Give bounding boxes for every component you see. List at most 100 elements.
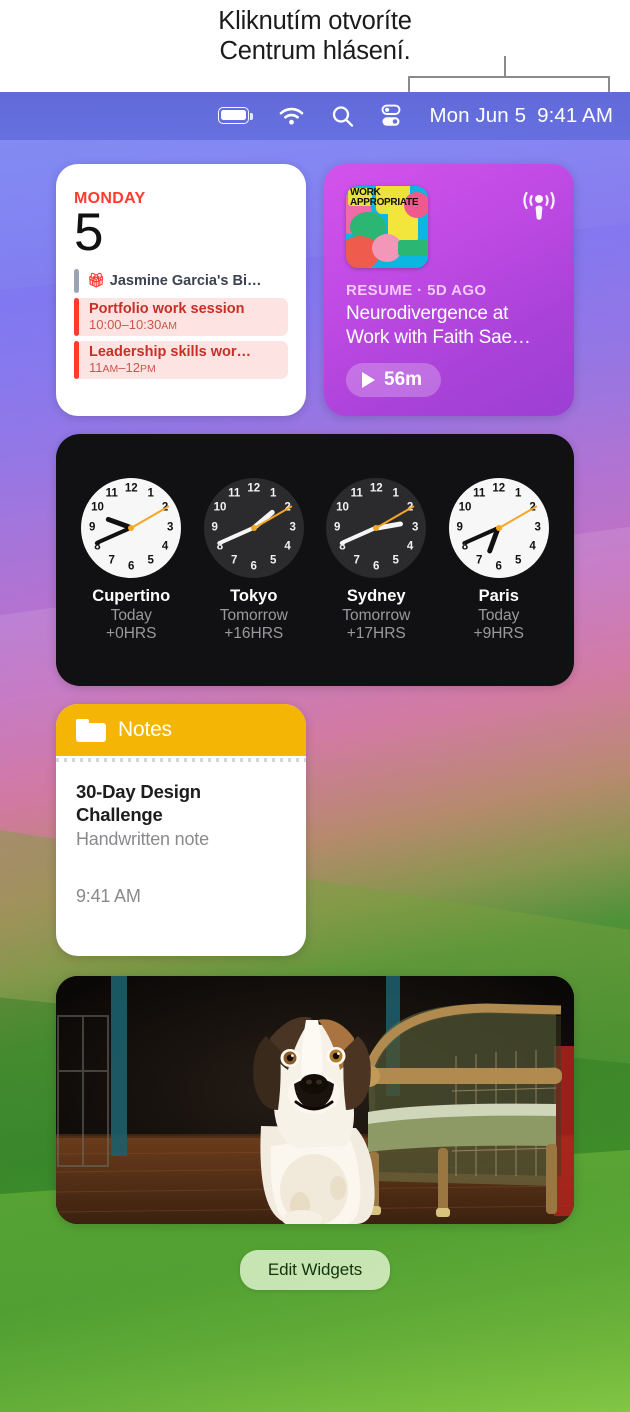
clock-numeral: 11 <box>350 486 363 499</box>
clock-numeral: 7 <box>108 554 115 567</box>
event-time-start-meridiem: AM <box>102 363 119 375</box>
menu-bar-date: Mon Jun 5 <box>429 104 527 127</box>
clock-numeral: 1 <box>147 486 154 499</box>
podcast-title-line1: Neurodivergence at <box>346 303 509 324</box>
widget-calendar[interactable]: MONDAY 5 🎁︎ Jasmine Garcia's Bi… Portfol… <box>56 164 306 416</box>
clock-cell: 121234567891011ParisToday+9HRS <box>440 477 558 643</box>
clock-numeral: 12 <box>124 481 138 494</box>
search-icon[interactable] <box>331 92 354 140</box>
clock-numeral: 5 <box>270 554 277 567</box>
notes-header: Notes <box>56 704 306 756</box>
desktop: Mon Jun 5 9:41 AM MONDAY 5 🎁︎ Jasmine Ga… <box>0 92 630 1412</box>
calendar-day-number: 5 <box>74 203 103 262</box>
widget-notes[interactable]: Notes 30-Day Design Challenge Handwritte… <box>56 704 306 956</box>
clock-city-name: Paris <box>478 586 519 605</box>
podcast-title-line2: Work with Faith Sae… <box>346 327 531 348</box>
clock-numeral: 9 <box>89 520 96 533</box>
event-title: Jasmine Garcia's Bi… <box>109 272 262 289</box>
notes-perforation <box>56 758 306 762</box>
callout-bracket-stem <box>504 56 506 78</box>
widget-photos[interactable] <box>56 976 574 1224</box>
clock-numeral: 10 <box>213 501 227 514</box>
event-time: 11AM–12PM <box>89 360 282 375</box>
screenshot-root: Kliknutím otvoríte Centrum hlásení. Mon … <box>0 0 630 1412</box>
clock-minute-hand <box>340 525 377 545</box>
clock-numeral: 12 <box>369 481 383 494</box>
clock-numeral: 5 <box>515 554 522 567</box>
clock-offset-label: +16HRS <box>224 624 284 642</box>
clock-numeral: 7 <box>353 554 360 567</box>
battery-icon[interactable] <box>218 92 254 140</box>
event-time: 10:00–10:30AM <box>89 317 282 332</box>
clock-numeral: 11 <box>105 486 118 499</box>
clock-center-pin <box>495 524 502 531</box>
clock-numeral: 10 <box>91 501 104 514</box>
note-title: 30-Day Design Challenge <box>76 781 201 825</box>
note-subtitle: Handwritten note <box>76 829 209 849</box>
calendar-event-birthday[interactable]: 🎁︎ Jasmine Garcia's Bi… <box>74 269 288 293</box>
clock-day-label: Tomorrow <box>342 606 411 624</box>
podcasts-icon <box>522 186 556 227</box>
clock-minute-hand <box>95 525 132 545</box>
clock-numeral: 3 <box>412 520 419 533</box>
event-time-meridiem: AM <box>161 320 178 332</box>
callout-text-line2: Centrum hlásení. <box>219 37 411 65</box>
event-time-end: –12 <box>118 360 140 375</box>
clock-offset-label: +17HRS <box>346 624 406 642</box>
menu-bar-time: 9:41 AM <box>537 104 613 127</box>
clock-numeral: 9 <box>456 520 463 533</box>
clock-numeral: 1 <box>270 486 277 499</box>
calendar-event[interactable]: Portfolio work session 10:00–10:30AM <box>74 298 288 336</box>
podcast-duration: 56m <box>384 369 423 390</box>
podcast-artwork: WORK APPROPRIATE <box>346 186 428 268</box>
podcast-artwork-title: WORK APPROPRIATE <box>350 187 419 208</box>
clock-numeral: 12 <box>247 481 261 494</box>
clock-face: 121234567891011 <box>81 477 182 578</box>
menu-bar: Mon Jun 5 9:41 AM <box>0 92 630 140</box>
clock-numeral: 10 <box>458 501 472 514</box>
clock-city-name: Sydney <box>346 586 406 605</box>
clock-numeral: 11 <box>228 486 241 499</box>
clock-day-label: Today <box>478 606 520 624</box>
clock-numeral: 5 <box>392 554 399 567</box>
clock-numeral: 3 <box>534 520 541 533</box>
clock-center-pin <box>373 524 380 531</box>
event-time-range: 10:00–10:30 <box>89 317 162 332</box>
widget-podcasts[interactable]: WORK APPROPRIATE RESUME · 5D AGO Neurodi… <box>324 164 574 416</box>
play-icon <box>362 372 375 388</box>
clock-numeral: 4 <box>529 540 536 553</box>
clock-numeral: 6 <box>373 559 380 572</box>
clock-city-name: Tokyo <box>230 586 278 605</box>
photo-image <box>56 976 574 1224</box>
event-time-end-meridiem: PM <box>139 363 156 375</box>
wifi-icon[interactable] <box>278 92 305 140</box>
gift-icon: 🎁︎ <box>87 272 105 288</box>
clock-face: 121234567891011 <box>448 477 549 578</box>
clock-face: 121234567891011 <box>203 477 304 578</box>
event-time-start: 11 <box>89 360 103 375</box>
widget-world-clock[interactable]: 121234567891011CupertinoToday+0HRS121234… <box>56 434 574 686</box>
event-color-bar <box>74 298 79 336</box>
clock-face: 121234567891011 <box>326 477 427 578</box>
clock-center-pin <box>250 524 257 531</box>
clock-numeral: 4 <box>406 540 414 553</box>
event-title: Leadership skills wor… <box>89 344 251 360</box>
clock-center-pin <box>128 524 135 531</box>
clock-numeral: 5 <box>147 554 154 567</box>
callout-bracket <box>408 76 610 92</box>
edit-widgets-button[interactable]: Edit Widgets <box>239 1250 391 1290</box>
calendar-event[interactable]: Leadership skills wor… 11AM–12PM <box>74 341 288 379</box>
podcast-title: Neurodivergence at Work with Faith Sae… <box>346 302 556 350</box>
menu-bar-clock[interactable]: Mon Jun 5 9:41 AM <box>429 104 613 128</box>
control-center-icon[interactable] <box>380 92 402 140</box>
event-title: Portfolio work session <box>89 301 245 317</box>
clock-numeral: 4 <box>161 540 169 553</box>
clock-day-label: Today <box>110 606 152 624</box>
notes-header-label: Notes <box>118 718 172 741</box>
clock-cell: 121234567891011TokyoTomorrow+16HRS <box>195 477 313 643</box>
clock-numeral: 6 <box>250 559 257 572</box>
clock-second-hand <box>130 504 170 529</box>
clock-second-hand <box>253 504 293 529</box>
clock-city-name: Cupertino <box>92 586 171 605</box>
podcast-play-button[interactable]: 56m <box>346 363 442 397</box>
